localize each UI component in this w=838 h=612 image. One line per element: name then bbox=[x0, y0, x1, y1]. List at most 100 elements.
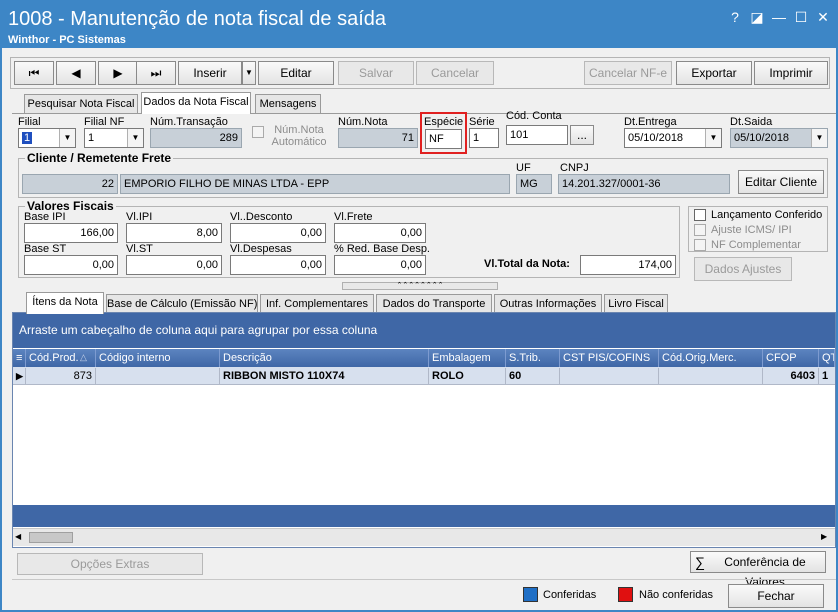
vl-frete-field[interactable]: 0,00 bbox=[334, 223, 426, 243]
cnpj-label: CNPJ bbox=[560, 162, 589, 174]
first-record-button[interactable]: ⏮ bbox=[14, 61, 54, 85]
filial-nf-select[interactable]: 1 ▼ bbox=[84, 128, 144, 148]
salvar-button[interactable]: Salvar bbox=[338, 61, 414, 85]
col-header-codigo-interno[interactable]: Código interno bbox=[96, 349, 220, 367]
prev-record-button[interactable]: ◀ bbox=[56, 61, 96, 85]
dt-saida-value: 05/10/2018 bbox=[734, 132, 790, 144]
vl-ipi-field[interactable]: 8,00 bbox=[126, 223, 222, 243]
imprimir-button[interactable]: Imprimir bbox=[754, 61, 828, 85]
dt-saida-dropdown-icon[interactable]: ▼ bbox=[811, 129, 827, 147]
col-header-s-trib[interactable]: S.Trib. bbox=[506, 349, 560, 367]
serie-field[interactable]: 1 bbox=[469, 128, 499, 148]
nf-compl-checkbox[interactable] bbox=[694, 239, 706, 251]
minimize-icon[interactable]: — bbox=[768, 8, 790, 26]
tab-mensagens[interactable]: Mensagens bbox=[255, 94, 321, 114]
cod-conta-field[interactable]: 101 bbox=[506, 125, 568, 145]
inserir-button[interactable]: Inserir bbox=[178, 61, 242, 85]
vl-despesas-field[interactable]: 0,00 bbox=[230, 255, 326, 275]
tab-itens-nota[interactable]: Ítens da Nota bbox=[26, 292, 104, 314]
num-nota-label: Núm.Nota bbox=[338, 116, 388, 128]
close-icon[interactable]: ✕ bbox=[812, 8, 834, 26]
window-subtitle: Winthor - PC Sistemas bbox=[8, 34, 126, 46]
col-header-cst-pis-cofins[interactable]: CST PIS/COFINS bbox=[560, 349, 659, 367]
row-pointer-icon: ▶ bbox=[13, 368, 26, 385]
last-record-button[interactable]: ⏭ bbox=[136, 61, 176, 85]
base-st-label: Base ST bbox=[24, 243, 67, 255]
restore-icon[interactable]: ◪ bbox=[746, 8, 768, 26]
base-ipi-field[interactable]: 166,00 bbox=[24, 223, 118, 243]
filial-dropdown-icon[interactable]: ▼ bbox=[59, 129, 75, 147]
cell-descricao[interactable]: RIBBON MISTO 110X74 bbox=[220, 368, 429, 385]
serie-label: Série bbox=[469, 116, 495, 128]
especie-field[interactable]: NF bbox=[425, 129, 462, 149]
num-transacao-field[interactable]: 289 bbox=[150, 128, 242, 148]
tab-dados-nota[interactable]: Dados da Nota Fiscal bbox=[141, 92, 251, 114]
horizontal-scrollbar[interactable]: ◀ ▶ bbox=[13, 528, 835, 546]
col-header-embalagem[interactable]: Embalagem bbox=[429, 349, 506, 367]
cell-cod-orig-merc[interactable] bbox=[659, 368, 763, 385]
conferencia-valores-button[interactable]: ∑ Conferência de Valores bbox=[690, 551, 826, 589]
tab-pesquisar[interactable]: Pesquisar Nota Fiscal bbox=[24, 94, 138, 114]
uf-field[interactable]: MG bbox=[516, 174, 552, 194]
exportar-button[interactable]: Exportar bbox=[676, 61, 752, 85]
cell-cfop[interactable]: 6403 bbox=[763, 368, 819, 385]
tab-livro-fiscal[interactable]: Livro Fiscal bbox=[604, 294, 668, 314]
total-field[interactable]: 174,00 bbox=[580, 255, 676, 275]
next-record-button[interactable]: ▶ bbox=[98, 61, 138, 85]
filial-nf-value: 1 bbox=[88, 132, 95, 144]
filial-select[interactable]: 1 ▼ bbox=[18, 128, 76, 148]
tab-base-calculo[interactable]: Base de Cálculo (Emissão NF) bbox=[106, 294, 258, 314]
vl-desconto-field[interactable]: 0,00 bbox=[230, 223, 326, 243]
dt-entrega-dropdown-icon[interactable]: ▼ bbox=[705, 129, 721, 147]
fechar-button[interactable]: Fechar bbox=[728, 584, 824, 608]
editar-cliente-button[interactable]: Editar Cliente bbox=[738, 170, 824, 194]
window-title: 1008 - Manutenção de nota fiscal de saíd… bbox=[8, 8, 387, 30]
sort-ascending-icon: △ bbox=[80, 352, 87, 362]
tab-outras-informacoes[interactable]: Outras Informações bbox=[494, 294, 602, 314]
num-nota-field[interactable]: 71 bbox=[338, 128, 418, 148]
cell-codigo-interno[interactable] bbox=[96, 368, 220, 385]
dt-saida-field[interactable]: 05/10/2018 ▼ bbox=[730, 128, 828, 148]
base-st-field[interactable]: 0,00 bbox=[24, 255, 118, 275]
cell-cst-pis-cofins[interactable] bbox=[560, 368, 659, 385]
tab-inf-complementares[interactable]: Inf. Complementares bbox=[260, 294, 374, 314]
cancelar-nfe-button[interactable]: Cancelar NF-e bbox=[584, 61, 672, 85]
cell-embalagem[interactable]: ROLO bbox=[429, 368, 506, 385]
red-base-field[interactable]: 0,00 bbox=[334, 255, 426, 275]
cancelar-button[interactable]: Cancelar bbox=[416, 61, 494, 85]
tab-dados-transporte[interactable]: Dados do Transporte bbox=[376, 294, 492, 314]
vl-despesas-label: Vl.Despesas bbox=[230, 243, 292, 255]
title-bar[interactable]: 1008 - Manutenção de nota fiscal de saíd… bbox=[2, 2, 836, 48]
vl-frete-label: Vl.Frete bbox=[334, 211, 373, 223]
ajuste-checkbox[interactable] bbox=[694, 224, 706, 236]
col-header-cod-orig-merc[interactable]: Cód.Orig.Merc. bbox=[659, 349, 763, 367]
cell-s-trib[interactable]: 60 bbox=[506, 368, 560, 385]
group-by-panel[interactable]: Arraste um cabeçalho de coluna aqui para… bbox=[13, 313, 835, 348]
maximize-icon[interactable]: ☐ bbox=[790, 8, 812, 26]
splitter-handle[interactable]: ⌃⌃⌃⌃⌃⌃⌃⌃ bbox=[342, 282, 498, 290]
cliente-name-field[interactable]: EMPORIO FILHO DE MINAS LTDA - EPP bbox=[120, 174, 510, 194]
num-nota-auto-checkbox[interactable] bbox=[252, 126, 264, 138]
conferidas-swatch bbox=[523, 587, 538, 602]
scrollbar-thumb[interactable] bbox=[29, 532, 73, 543]
dados-ajustes-button[interactable]: Dados Ajustes bbox=[694, 257, 792, 281]
dt-entrega-field[interactable]: 05/10/2018 ▼ bbox=[624, 128, 722, 148]
cnpj-field[interactable]: 14.201.327/0001-36 bbox=[558, 174, 730, 194]
cell-qt[interactable]: 1 bbox=[819, 368, 835, 385]
editar-button[interactable]: Editar bbox=[258, 61, 334, 85]
filial-nf-dropdown-icon[interactable]: ▼ bbox=[127, 129, 143, 147]
total-label: Vl.Total da Nota: bbox=[484, 258, 570, 270]
inserir-dropdown-icon[interactable]: ▼ bbox=[242, 61, 256, 85]
cliente-code-field[interactable]: 22 bbox=[22, 174, 118, 194]
col-header-qt[interactable]: QT bbox=[819, 349, 835, 367]
col-header-cfop[interactable]: CFOP bbox=[763, 349, 819, 367]
vl-st-field[interactable]: 0,00 bbox=[126, 255, 222, 275]
col-header-descricao[interactable]: Descrição bbox=[220, 349, 429, 367]
help-icon[interactable]: ? bbox=[724, 8, 746, 26]
scroll-right-icon[interactable]: ▶ bbox=[821, 532, 827, 541]
scroll-left-icon[interactable]: ◀ bbox=[15, 532, 21, 541]
lancamento-checkbox[interactable] bbox=[694, 209, 706, 221]
opcoes-extras-button[interactable]: Opções Extras bbox=[17, 553, 203, 575]
cell-cod-prod[interactable]: 873 bbox=[26, 368, 96, 385]
cod-conta-search-button[interactable]: ... bbox=[570, 125, 594, 145]
